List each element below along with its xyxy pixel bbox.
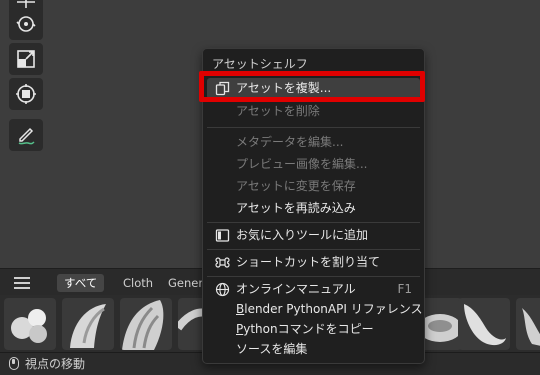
scale-icon	[17, 50, 35, 68]
asset-thumbnail[interactable]	[516, 298, 540, 350]
menu-item-label: Pythonコマンドをコピー	[236, 319, 374, 340]
menu-item-python-api-reference[interactable]: Blender PythonAPI リファレンス	[207, 299, 422, 320]
menu-item-label-rest: ythonコマンドをコピー	[243, 322, 374, 336]
menu-item-label: お気に入りツールに追加	[236, 228, 369, 242]
mouse-icon	[9, 357, 19, 370]
annotate-tool-button[interactable]	[9, 119, 43, 151]
brush-preview-icon	[522, 308, 540, 346]
favorite-panel-icon	[215, 229, 230, 242]
highlight-annotation-box	[199, 71, 425, 102]
menu-item-label: メタデータを編集...	[236, 135, 344, 149]
status-text: 視点の移動	[25, 357, 86, 371]
menu-item-label: プレビュー画像を編集...	[236, 157, 368, 171]
menu-item-online-manual[interactable]: オンラインマニュアル F1	[207, 279, 420, 300]
asset-thumbnail[interactable]	[62, 298, 114, 350]
rotate-icon	[16, 16, 36, 32]
tab-all[interactable]: すべて	[57, 274, 105, 292]
menu-item-reload-asset[interactable]: アセットを再読み込み	[207, 198, 420, 219]
menu-item-label: アセットに変更を保存	[236, 179, 356, 193]
asset-thumbnail[interactable]	[458, 298, 510, 350]
menu-item-delete-asset[interactable]: アセットを削除	[207, 101, 420, 122]
menu-separator	[207, 249, 420, 250]
asset-thumbnail[interactable]	[120, 298, 172, 350]
globe-icon	[215, 282, 230, 297]
command-key-icon	[215, 257, 230, 268]
menu-item-add-to-favorites[interactable]: お気に入りツールに追加	[207, 225, 420, 246]
menu-item-label-rest: lender PythonAPI リファレンス	[244, 302, 423, 316]
menu-item-label: オンラインマニュアル	[236, 282, 356, 296]
brush-preview-icon	[464, 304, 506, 346]
menu-separator	[207, 127, 420, 128]
menu-item-save-changes[interactable]: アセットに変更を保存	[207, 176, 420, 197]
menu-item-label: アセットを再読み込み	[236, 201, 356, 215]
menu-item-copy-python-command[interactable]: Pythonコマンドをコピー	[207, 319, 420, 340]
tab-cloth[interactable]: Cloth	[116, 274, 160, 292]
asset-thumbnail[interactable]	[4, 298, 56, 350]
menu-item-shortcut: F1	[397, 282, 412, 296]
scale-tool-button[interactable]	[9, 43, 43, 75]
menu-item-label: ショートカットを割り当て	[236, 255, 381, 269]
menu-item-assign-shortcut[interactable]: ショートカットを割り当て	[207, 252, 420, 273]
brush-preview-icon	[11, 309, 47, 343]
menu-item-mnemonic: B	[236, 302, 245, 316]
menu-item-edit-source[interactable]: ソースを編集	[207, 339, 420, 360]
transform-icon	[16, 84, 36, 104]
menu-item-edit-preview[interactable]: プレビュー画像を編集...	[207, 154, 420, 175]
menu-separator	[207, 276, 420, 277]
brush-preview-icon	[70, 304, 106, 348]
menu-separator	[207, 222, 420, 223]
menu-item-label: ソースを編集	[236, 342, 308, 356]
shelf-menu-icon[interactable]	[14, 274, 30, 290]
transform-tool-button[interactable]	[9, 78, 43, 110]
tool-column	[5, 0, 47, 160]
menu-item-label: Blender PythonAPI リファレンス	[236, 299, 422, 320]
menu-title: アセットシェルフ	[212, 57, 308, 71]
rotate-tool-button[interactable]	[9, 8, 43, 40]
brush-preview-icon	[122, 300, 164, 350]
annotate-pencil-icon	[18, 127, 35, 145]
menu-item-edit-metadata[interactable]: メタデータを編集...	[207, 132, 420, 153]
menu-item-label: アセットを削除	[236, 104, 320, 118]
